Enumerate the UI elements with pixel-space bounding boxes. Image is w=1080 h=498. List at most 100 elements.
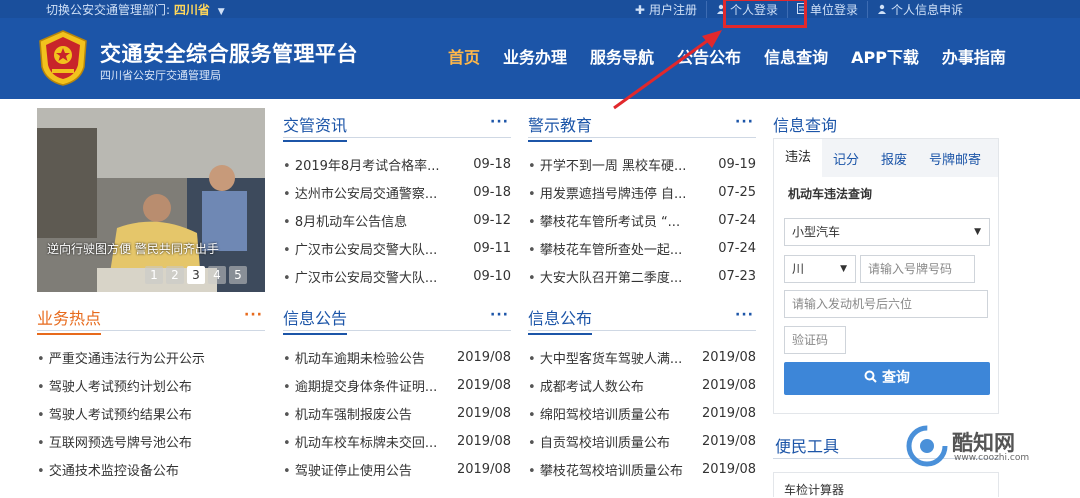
province-select[interactable]: 川 ▼ — [784, 255, 856, 283]
appeal-link[interactable]: 个人信息申诉 — [866, 1, 972, 18]
more-icon[interactable]: ··· — [735, 114, 754, 130]
nav-service-guide[interactable]: 服务导航 — [590, 44, 654, 68]
section-title[interactable]: 信息公告 — [283, 305, 348, 335]
section-title[interactable]: 便民工具 — [775, 433, 839, 457]
item-text[interactable]: 机动车校车标牌未交回... — [283, 432, 437, 451]
item-text[interactable]: 达州市公安局交通警察... — [283, 183, 437, 202]
item-text[interactable]: 逾期提交身体条件证明... — [283, 376, 437, 395]
news-banner[interactable]: 逆向行驶图方便 警民共同齐出手 1 2 3 4 5 — [37, 108, 265, 292]
list-item[interactable]: 自贡驾校培训质量公布 2019/08 — [528, 427, 756, 455]
item-text[interactable]: 大中型客货车驾驶人满... — [528, 348, 682, 367]
list-item[interactable]: 成都考试人数公布 2019/08 — [528, 371, 756, 399]
police-emblem-logo[interactable] — [36, 29, 90, 87]
tab-violation[interactable]: 违法 — [774, 139, 823, 177]
department-label: 切换公安交通管理部门: — [46, 3, 171, 17]
item-text[interactable]: 驾驶证停止使用公告 — [283, 460, 412, 479]
engine-number-input[interactable]: 请输入发动机号后六位 — [784, 290, 988, 318]
item-text[interactable]: 驾驶人考试预约计划公布 — [37, 376, 192, 395]
section-title[interactable]: 交管资讯 — [283, 112, 348, 142]
banner-page-5[interactable]: 5 — [229, 266, 247, 284]
section-title[interactable]: 警示教育 — [528, 112, 593, 142]
site-subtitle: 四川省公安厅交通管理局 — [100, 69, 221, 82]
item-text[interactable]: 广汉市公安局交警大队... — [283, 267, 437, 286]
list-item[interactable]: 互联网预选号牌号池公布 — [37, 427, 265, 455]
list-item[interactable]: 2019年8月考试合格率... 09-18 — [283, 150, 511, 178]
vehicle-type-select[interactable]: 小型汽车 ▼ — [784, 218, 990, 246]
item-text[interactable]: 广汉市公安局交警大队... — [283, 239, 437, 258]
more-icon[interactable]: ··· — [735, 307, 754, 323]
item-text[interactable]: 交通技术监控设备公布 — [37, 460, 179, 479]
list-item[interactable]: 攀枝花驾校培训质量公布 2019/08 — [528, 455, 756, 483]
more-icon[interactable]: ··· — [490, 307, 509, 323]
nav-info-query[interactable]: 信息查询 — [764, 44, 828, 68]
item-text[interactable]: 攀枝花车管所考试员 “... — [528, 211, 680, 230]
item-text[interactable]: 用发票遮挡号牌违停 自... — [528, 183, 687, 202]
list-item[interactable]: 绵阳驾校培训质量公布 2019/08 — [528, 399, 756, 427]
list-item[interactable]: 驾驶证停止使用公告 2019/08 — [283, 455, 511, 483]
department-value[interactable]: 四川省 — [174, 3, 210, 17]
list-item[interactable]: 攀枝花车管所考试员 “... 07-24 — [528, 206, 756, 234]
list-item[interactable]: 广汉市公安局交警大队... 09-11 — [283, 234, 511, 262]
list-item[interactable]: 驾驶人考试预约计划公布 — [37, 371, 265, 399]
banner-page-4[interactable]: 4 — [208, 266, 226, 284]
item-text[interactable]: 绵阳驾校培训质量公布 — [528, 404, 670, 423]
section-title[interactable]: 业务热点 — [37, 305, 102, 335]
list-item[interactable]: 用发票遮挡号牌违停 自... 07-25 — [528, 178, 756, 206]
nav-guide[interactable]: 办事指南 — [942, 44, 1006, 68]
banner-page-3[interactable]: 3 — [187, 266, 205, 284]
banner-caption[interactable]: 逆向行驶图方便 警民共同齐出手 — [47, 240, 219, 257]
item-text[interactable]: 成都考试人数公布 — [528, 376, 644, 395]
item-text[interactable]: 严重交通违法行为公开公示 — [37, 348, 205, 367]
item-text[interactable]: 开学不到一周 黑校车硬... — [528, 155, 687, 174]
list-item[interactable]: 逾期提交身体条件证明... 2019/08 — [283, 371, 511, 399]
banner-pager: 1 2 3 4 5 — [145, 266, 247, 284]
register-link[interactable]: ✚ 用户注册 — [626, 1, 706, 18]
item-text[interactable]: 驾驶人考试预约结果公布 — [37, 404, 192, 423]
list-item[interactable]: 达州市公安局交通警察... 09-18 — [283, 178, 511, 206]
query-button[interactable]: 查询 — [784, 362, 990, 395]
list-item[interactable]: 开学不到一周 黑校车硬... 09-19 — [528, 150, 756, 178]
more-icon[interactable]: ··· — [490, 114, 509, 130]
list-item[interactable]: 严重交通违法行为公开公示 — [37, 343, 265, 371]
caret-down-icon[interactable]: ▼ — [218, 7, 225, 17]
item-text[interactable]: 大安大队召开第二季度... — [528, 267, 682, 286]
list-item[interactable]: 广汉市公安局交警大队... 09-10 — [283, 262, 511, 290]
captcha-input[interactable]: 验证码 — [784, 326, 846, 354]
list-item[interactable]: 8月机动车公告信息 09-12 — [283, 206, 511, 234]
nav-home[interactable]: 首页 — [448, 44, 480, 68]
site-title[interactable]: 交通安全综合服务管理平台 — [100, 38, 358, 68]
list-item[interactable]: 交通技术监控设备公布 — [37, 455, 265, 483]
item-date: 09-11 — [473, 240, 511, 256]
item-text[interactable]: 机动车强制报废公告 — [283, 404, 412, 423]
item-text[interactable]: 2019年8月考试合格率... — [283, 155, 440, 174]
item-text[interactable]: 互联网预选号牌号池公布 — [37, 432, 192, 451]
list-item[interactable]: 机动车强制报废公告 2019/08 — [283, 399, 511, 427]
banner-page-1[interactable]: 1 — [145, 266, 163, 284]
list-item[interactable]: 攀枝花车管所查处一起... 07-24 — [528, 234, 756, 262]
nav-app-download[interactable]: APP下载 — [851, 44, 919, 68]
item-text[interactable]: 攀枝花驾校培训质量公布 — [528, 460, 683, 479]
list-item[interactable]: 大安大队召开第二季度... 07-23 — [528, 262, 756, 290]
item-text[interactable]: 自贡驾校培训质量公布 — [528, 432, 670, 451]
item-date: 09-10 — [473, 268, 511, 284]
department-switcher[interactable]: 切换公安交通管理部门: 四川省 ▼ — [46, 1, 225, 18]
section-title[interactable]: 信息公布 — [528, 305, 593, 335]
nav-announcements[interactable]: 公告公布 — [677, 44, 741, 68]
list-item[interactable]: 机动车逾期未检验公告 2019/08 — [283, 343, 511, 371]
item-date: 07-23 — [718, 268, 756, 284]
site-header: 交通安全综合服务管理平台 四川省公安厅交通管理局 首页 业务办理 服务导航 公告… — [0, 18, 1080, 99]
tab-plate-mail[interactable]: 号牌邮寄 — [918, 149, 992, 168]
item-text[interactable]: 机动车逾期未检验公告 — [283, 348, 425, 367]
list-item[interactable]: 驾驶人考试预约结果公布 — [37, 399, 265, 427]
tab-scrap[interactable]: 报废 — [870, 149, 918, 168]
banner-page-2[interactable]: 2 — [166, 266, 184, 284]
nav-business[interactable]: 业务办理 — [503, 44, 567, 68]
item-text[interactable]: 攀枝花车管所查处一起... — [528, 239, 682, 258]
item-text[interactable]: 8月机动车公告信息 — [283, 211, 407, 230]
tab-points[interactable]: 记分 — [822, 149, 870, 168]
list-item[interactable]: 机动车校车标牌未交回... 2019/08 — [283, 427, 511, 455]
plate-number-input[interactable]: 请输入号牌号码 — [860, 255, 975, 283]
inspection-calculator-link[interactable]: 车检计算器 — [773, 472, 999, 497]
list-item[interactable]: 大中型客货车驾驶人满... 2019/08 — [528, 343, 756, 371]
more-icon[interactable]: ··· — [244, 307, 263, 323]
